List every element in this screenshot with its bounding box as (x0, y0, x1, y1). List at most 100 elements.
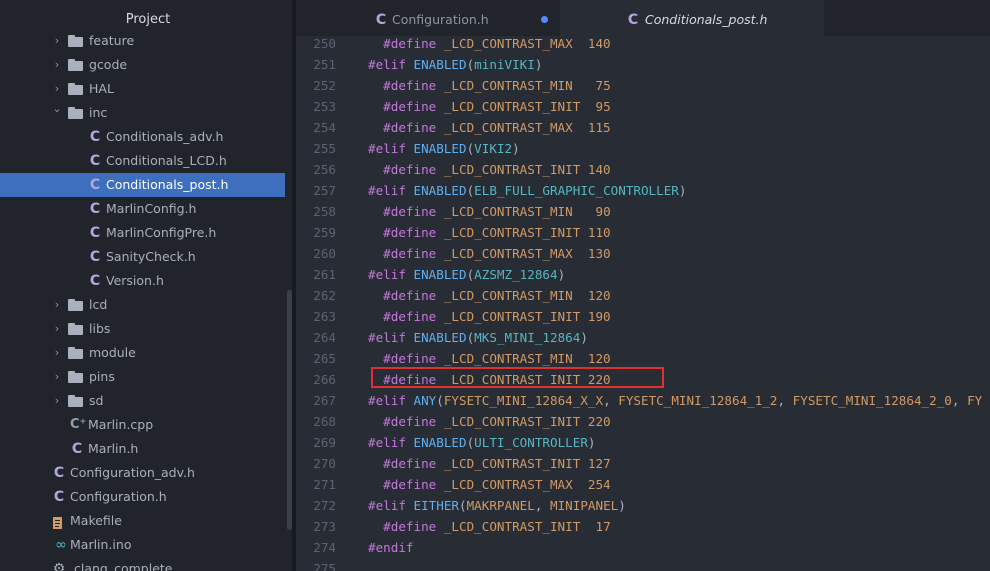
code-line[interactable]: 263 #define _LCD_CONTRAST_INIT 190 (296, 306, 990, 327)
code-token: 140 (587, 162, 611, 177)
tree-file-marlin-ino[interactable]: ∞ Marlin.ino (0, 533, 285, 557)
chevron-right-icon[interactable]: › (52, 29, 62, 53)
code-token: _LCD_CONTRAST_MAX (443, 477, 588, 492)
tree-folder-inc[interactable]: ⌄ inc (0, 101, 285, 125)
code-line[interactable]: 251 #elif ENABLED(miniVIKI) (296, 54, 990, 75)
tree-item-label: SanityCheck.h (106, 249, 196, 264)
chevron-right-icon[interactable]: › (52, 389, 62, 413)
code-line[interactable]: 262 #define _LCD_CONTRAST_MIN 120 (296, 285, 990, 306)
code-line[interactable]: 265 #define _LCD_CONTRAST_MIN 120 (296, 348, 990, 369)
code-line[interactable]: 254 #define _LCD_CONTRAST_MAX 115 (296, 117, 990, 138)
line-code: #elif ENABLED(miniVIKI) (368, 54, 542, 75)
code-token: #define (368, 78, 444, 93)
code-token: #define (368, 288, 444, 303)
tree-folder-module[interactable]: › module (0, 341, 285, 365)
tree-folder-pins[interactable]: › pins (0, 365, 285, 389)
code-token: #elif (368, 183, 414, 198)
tree-folder-feature[interactable]: › feature (0, 29, 285, 53)
line-number: 253 (313, 99, 336, 114)
chevron-right-icon[interactable]: › (52, 293, 62, 317)
chevron-right-icon[interactable]: › (52, 365, 62, 389)
code-token: 127 (587, 456, 611, 471)
tree-file-marlinconfig-h[interactable]: C MarlinConfig.h (0, 197, 285, 221)
code-token: 90 (595, 204, 611, 219)
line-code: #define _LCD_CONTRAST_MAX 115 (368, 117, 611, 138)
code-line[interactable]: 261 #elif ENABLED(AZSMZ_12864) (296, 264, 990, 285)
code-line[interactable]: 274 #endif (296, 537, 990, 558)
tree-file-conditionals-adv-h[interactable]: C Conditionals_adv.h (0, 125, 285, 149)
code-token: #define (368, 309, 444, 324)
code-line[interactable]: 250 #define _LCD_CONTRAST_MAX 140 (296, 36, 990, 54)
code-line[interactable]: 253 #define _LCD_CONTRAST_INIT 95 (296, 96, 990, 117)
chevron-right-icon[interactable]: › (52, 341, 62, 365)
code-token: MKS_MINI_12864 (474, 330, 581, 345)
code-line[interactable]: 264 #elif ENABLED(MKS_MINI_12864) (296, 327, 990, 348)
code-line[interactable]: 272 #elif EITHER(MAKRPANEL, MINIPANEL) (296, 495, 990, 516)
line-number: 256 (313, 162, 336, 177)
tree-item-label: Conditionals_adv.h (106, 129, 224, 144)
tree-file-makefile[interactable]: Makefile (0, 509, 285, 533)
tree-file-conditionals-lcd-h[interactable]: C Conditionals_LCD.h (0, 149, 285, 173)
line-code: #define _LCD_CONTRAST_MIN 90 (368, 201, 611, 222)
code-token: #elif (368, 141, 414, 156)
tree-item-label: .clang_complete (70, 561, 173, 571)
folder-icon (68, 395, 83, 407)
chevron-down-icon[interactable]: ⌄ (52, 97, 62, 121)
tab-configuration-h[interactable]: C Configuration.h (296, 0, 560, 36)
tree-file-sanitycheck-h[interactable]: C SanityCheck.h (0, 245, 285, 269)
code-token: #define (368, 246, 444, 261)
tree-file-version-h[interactable]: C Version.h (0, 269, 285, 293)
folder-icon (68, 323, 83, 335)
line-code: #define _LCD_CONTRAST_MAX 140 (368, 36, 610, 54)
tree-item-label: lcd (89, 297, 108, 312)
code-token: #endif (368, 540, 414, 555)
code-line[interactable]: 267 #elif ANY(FYSETC_MINI_12864_X_X, FYSE… (296, 390, 990, 411)
tree-file-configuration-adv-h[interactable]: C Configuration_adv.h (0, 461, 285, 485)
code-token: ELB_FULL_GRAPHIC_CONTROLLER (474, 183, 679, 198)
code-editor[interactable]: 250 #define _LCD_CONTRAST_MAX 140 251 #eli… (296, 36, 990, 571)
code-token: ( (459, 498, 467, 513)
chevron-right-icon[interactable]: › (52, 317, 62, 341)
tree-item-label: Conditionals_post.h (106, 177, 229, 192)
code-line[interactable]: 271 #define _LCD_CONTRAST_MAX 254 (296, 474, 990, 495)
tree-file-conditionals-post-h[interactable]: C Conditionals_post.h (0, 173, 285, 197)
code-line[interactable]: 275 (296, 558, 990, 571)
code-token: 115 (587, 120, 611, 135)
tree-folder-gcode[interactable]: › gcode (0, 53, 285, 77)
line-code: #define _LCD_CONTRAST_INIT 95 (368, 96, 611, 117)
tree-file-marlin-cpp[interactable]: C⁺ Marlin.cpp (0, 413, 285, 437)
code-line[interactable]: 268 #define _LCD_CONTRAST_INIT 220 (296, 411, 990, 432)
code-line[interactable]: 269 #elif ENABLED(ULTI_CONTROLLER) (296, 432, 990, 453)
code-line[interactable]: 257 #elif ENABLED(ELB_FULL_GRAPHIC_CONTRO… (296, 180, 990, 201)
tree-item-label: module (89, 345, 136, 360)
code-line[interactable]: 258 #define _LCD_CONTRAST_MIN 90 (296, 201, 990, 222)
tab-conditionals-post-h[interactable]: C Conditionals_post.h (560, 0, 824, 36)
code-token: 120 (587, 351, 611, 366)
code-line[interactable]: 259 #define _LCD_CONTRAST_INIT 110 (296, 222, 990, 243)
code-line[interactable]: 252 #define _LCD_CONTRAST_MIN 75 (296, 75, 990, 96)
tree-folder-sd[interactable]: › sd (0, 389, 285, 413)
tree-file-configuration-h[interactable]: C Configuration.h (0, 485, 285, 509)
code-token: ULTI_CONTROLLER (474, 435, 588, 450)
code-line[interactable]: 270 #define _LCD_CONTRAST_INIT 127 (296, 453, 990, 474)
line-code: #elif ENABLED(ULTI_CONTROLLER) (368, 432, 596, 453)
code-line[interactable]: 260 #define _LCD_CONTRAST_MAX 130 (296, 243, 990, 264)
tree-file-clang-complete[interactable]: ⚙ .clang_complete (0, 557, 285, 571)
line-code: #elif ENABLED(ELB_FULL_GRAPHIC_CONTROLLE… (368, 180, 686, 201)
tree-folder-hal[interactable]: › HAL (0, 77, 285, 101)
code-token: , (534, 498, 551, 513)
folder-icon (68, 35, 83, 47)
modified-dot-icon (541, 16, 548, 23)
line-code: #define _LCD_CONTRAST_MIN 75 (368, 75, 611, 96)
tree-file-marlinconfigpre-h[interactable]: C MarlinConfigPre.h (0, 221, 285, 245)
tree-folder-libs[interactable]: › libs (0, 317, 285, 341)
code-line[interactable]: 255 #elif ENABLED(VIKI2) (296, 138, 990, 159)
tree-folder-lcd[interactable]: › lcd (0, 293, 285, 317)
code-token: ) (587, 435, 596, 450)
tree-file-marlin-h[interactable]: C Marlin.h (0, 437, 285, 461)
line-number: 265 (313, 351, 336, 366)
chevron-right-icon[interactable]: › (52, 53, 62, 77)
code-line[interactable]: 256 #define _LCD_CONTRAST_INIT 140 (296, 159, 990, 180)
code-token: ANY (413, 393, 437, 408)
code-line[interactable]: 273 #define _LCD_CONTRAST_INIT 17 (296, 516, 990, 537)
